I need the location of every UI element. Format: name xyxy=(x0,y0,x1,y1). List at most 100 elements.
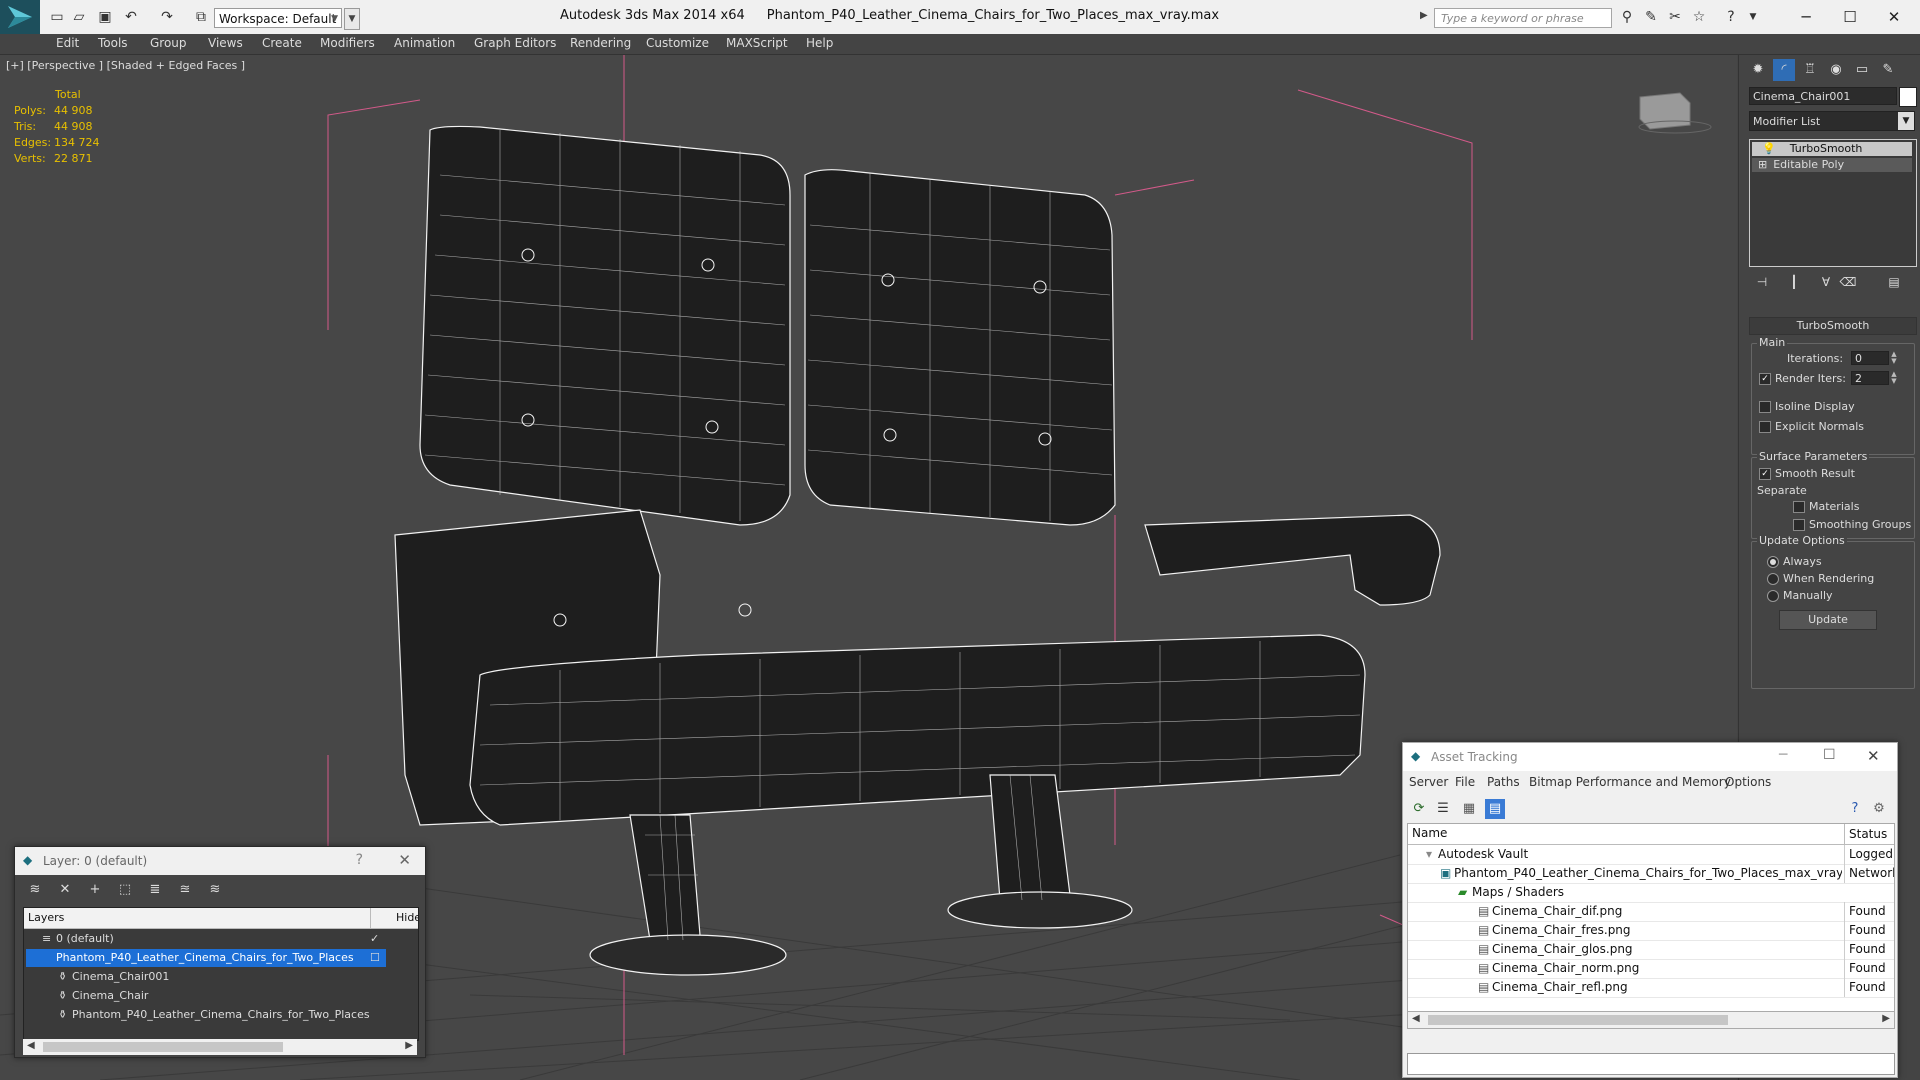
menu-modifiers[interactable]: Modifiers xyxy=(320,36,375,50)
scroll-left-icon[interactable]: ◀ xyxy=(27,1040,35,1051)
stack-item-turbosmooth[interactable]: 💡 TurboSmooth xyxy=(1752,142,1912,156)
col-name[interactable]: Name xyxy=(1412,826,1447,840)
object-name-field[interactable]: Cinema_Chair001 xyxy=(1749,87,1897,105)
satellite-icon[interactable]: ✂ xyxy=(1666,8,1684,26)
layer-horizontal-scrollbar[interactable]: ◀ ▶ xyxy=(23,1039,417,1055)
when-rendering-radio[interactable] xyxy=(1767,573,1779,585)
delete-layer-icon[interactable]: ✕ xyxy=(55,881,75,899)
maximize-icon[interactable]: ☐ xyxy=(1823,747,1836,763)
lightbulb-icon[interactable]: 💡 xyxy=(1762,142,1776,155)
close-icon[interactable]: ✕ xyxy=(398,851,411,869)
highlight-layer-icon[interactable]: ≣ xyxy=(145,881,165,899)
close-icon[interactable]: ✕ xyxy=(1867,747,1880,765)
menu-create[interactable]: Create xyxy=(262,36,302,50)
create-tab-icon[interactable]: ✹ xyxy=(1747,59,1769,81)
binoculars-icon[interactable]: ⚲ xyxy=(1618,8,1636,26)
stack-item-editable-poly[interactable]: ⊞ Editable Poly xyxy=(1752,158,1912,172)
project-folder-icon[interactable]: ⧉ xyxy=(192,8,210,26)
open-file-icon[interactable]: ▱ xyxy=(70,8,88,26)
materials-checkbox[interactable] xyxy=(1793,501,1805,513)
asset-menu-bitmap-performance[interactable]: Bitmap Performance and Memory xyxy=(1529,775,1731,789)
list-view-icon[interactable]: ☰ xyxy=(1433,799,1453,819)
layer-dialog-titlebar[interactable]: ◆ Layer: 0 (default) ? ✕ xyxy=(15,847,425,875)
layer-row[interactable]: ≡Phantom_P40_Leather_Cinema_Chairs_for_T… xyxy=(24,949,418,967)
asset-row[interactable]: ▤ Cinema_Chair_glos.png Found xyxy=(1408,940,1894,960)
scroll-thumb[interactable] xyxy=(1428,1015,1728,1025)
communication-center-icon[interactable]: ✎ xyxy=(1642,8,1660,26)
asset-row[interactable]: ▾ Autodesk Vault Logged xyxy=(1408,845,1894,865)
close-icon[interactable]: ✕ xyxy=(1874,4,1914,30)
layer-object-row[interactable]: ⚱ Cinema_Chair xyxy=(24,987,418,1005)
make-unique-icon[interactable]: ∀ xyxy=(1815,273,1837,291)
modify-tab-icon[interactable]: ◜ xyxy=(1773,59,1795,81)
asset-row[interactable]: ▤ Cinema_Chair_norm.png Found xyxy=(1408,959,1894,979)
scroll-right-icon[interactable]: ▶ xyxy=(1882,1013,1890,1024)
display-tab-icon[interactable]: ▭ xyxy=(1851,59,1873,81)
asset-row[interactable]: ▤ Cinema_Chair_fres.png Found xyxy=(1408,921,1894,941)
layer-object-row[interactable]: ⚱ Phantom_P40_Leather_Cinema_Chairs_for_T… xyxy=(24,1006,418,1024)
menu-group[interactable]: Group xyxy=(150,36,187,50)
menu-animation[interactable]: Animation xyxy=(394,36,455,50)
remove-modifier-icon[interactable]: ⌫ xyxy=(1837,273,1859,291)
select-objects-icon[interactable]: ⬚ xyxy=(115,881,135,899)
table-view-icon[interactable]: ▤ xyxy=(1485,799,1505,819)
utilities-tab-icon[interactable]: ✎ xyxy=(1877,59,1899,81)
favorites-star-icon[interactable]: ☆ xyxy=(1690,8,1708,26)
isoline-display-checkbox[interactable] xyxy=(1759,401,1771,413)
menu-tools[interactable]: Tools xyxy=(98,36,128,50)
expand-plus-icon[interactable]: ⊞ xyxy=(1758,158,1767,171)
motion-tab-icon[interactable]: ◉ xyxy=(1825,59,1847,81)
layer-object-row[interactable]: ⚱ Cinema_Chair001 xyxy=(24,968,418,986)
menu-help[interactable]: Help xyxy=(806,36,833,50)
render-iters-checkbox[interactable]: ✓ xyxy=(1759,373,1771,385)
help-icon[interactable]: ? xyxy=(1722,8,1740,26)
search-input[interactable]: Type a keyword or phrase xyxy=(1434,8,1612,28)
menu-edit[interactable]: Edit xyxy=(56,36,79,50)
asset-menu-file[interactable]: File xyxy=(1455,775,1475,789)
create-layer-icon[interactable]: ≋ xyxy=(25,881,45,899)
hierarchy-tab-icon[interactable]: ♖ xyxy=(1799,59,1821,81)
menu-graph-editors[interactable]: Graph Editors xyxy=(474,36,556,50)
layer-row[interactable]: ≡ 0 (default) ✓ xyxy=(24,930,418,948)
asset-menu-options[interactable]: Options xyxy=(1725,775,1771,789)
always-radio[interactable] xyxy=(1767,556,1779,568)
asset-row[interactable]: ▤ Cinema_Chair_refl.png Found xyxy=(1408,978,1894,998)
hide-all-icon[interactable]: ≊ xyxy=(175,881,195,899)
spinner-arrows-icon[interactable]: ▲ ▼ xyxy=(1889,371,1899,385)
col-layers[interactable]: Layers xyxy=(28,911,64,924)
search-expand-icon[interactable]: ▶ xyxy=(1420,10,1428,21)
explicit-normals-checkbox[interactable] xyxy=(1759,421,1771,433)
viewcube[interactable] xyxy=(1638,92,1712,134)
scroll-left-icon[interactable]: ◀ xyxy=(1412,1013,1420,1024)
active-layer-check-icon[interactable]: ✓ xyxy=(370,930,379,948)
maximize-icon[interactable]: ☐ xyxy=(1830,4,1870,30)
redo-icon[interactable]: ↷ xyxy=(158,8,176,26)
freeze-all-icon[interactable]: ≋ xyxy=(205,881,225,899)
active-layer-box-icon[interactable]: ☐ xyxy=(370,949,380,967)
manually-radio[interactable] xyxy=(1767,590,1779,602)
scroll-thumb[interactable] xyxy=(43,1042,283,1052)
modifier-list-dropdown[interactable]: Modifier List ▼ xyxy=(1749,111,1915,131)
smoothing-groups-checkbox[interactable] xyxy=(1793,519,1805,531)
asset-row[interactable]: ▤ Cinema_Chair_dif.png Found xyxy=(1408,902,1894,922)
help-icon[interactable]: ? xyxy=(356,852,363,868)
help-icon[interactable]: ? xyxy=(1845,799,1865,819)
scroll-right-icon[interactable]: ▶ xyxy=(405,1040,413,1051)
app-logo-button[interactable] xyxy=(0,0,40,34)
smooth-result-checkbox[interactable]: ✓ xyxy=(1759,468,1771,480)
update-button[interactable]: Update xyxy=(1779,610,1877,630)
asset-menu-server[interactable]: Server xyxy=(1409,775,1448,789)
save-icon[interactable]: ▣ xyxy=(96,8,114,26)
menu-maxscript[interactable]: MAXScript xyxy=(726,36,788,50)
render-iters-spinner[interactable]: 2 xyxy=(1851,371,1889,385)
turbosmooth-rollout-header[interactable]: TurboSmooth xyxy=(1749,317,1917,335)
minimize-icon[interactable]: ─ xyxy=(1786,4,1826,30)
object-color-swatch[interactable] xyxy=(1899,87,1917,107)
menu-rendering[interactable]: Rendering xyxy=(570,36,631,50)
asset-horizontal-scrollbar[interactable]: ◀ ▶ xyxy=(1407,1011,1895,1029)
add-to-layer-icon[interactable]: + xyxy=(85,881,105,899)
workspace-expand-icon[interactable]: ▼ xyxy=(344,8,360,30)
menu-views[interactable]: Views xyxy=(208,36,243,50)
asset-dialog-titlebar[interactable]: ◆ Asset Tracking ─ ☐ ✕ xyxy=(1403,743,1897,771)
undo-icon[interactable]: ↶ xyxy=(122,8,140,26)
